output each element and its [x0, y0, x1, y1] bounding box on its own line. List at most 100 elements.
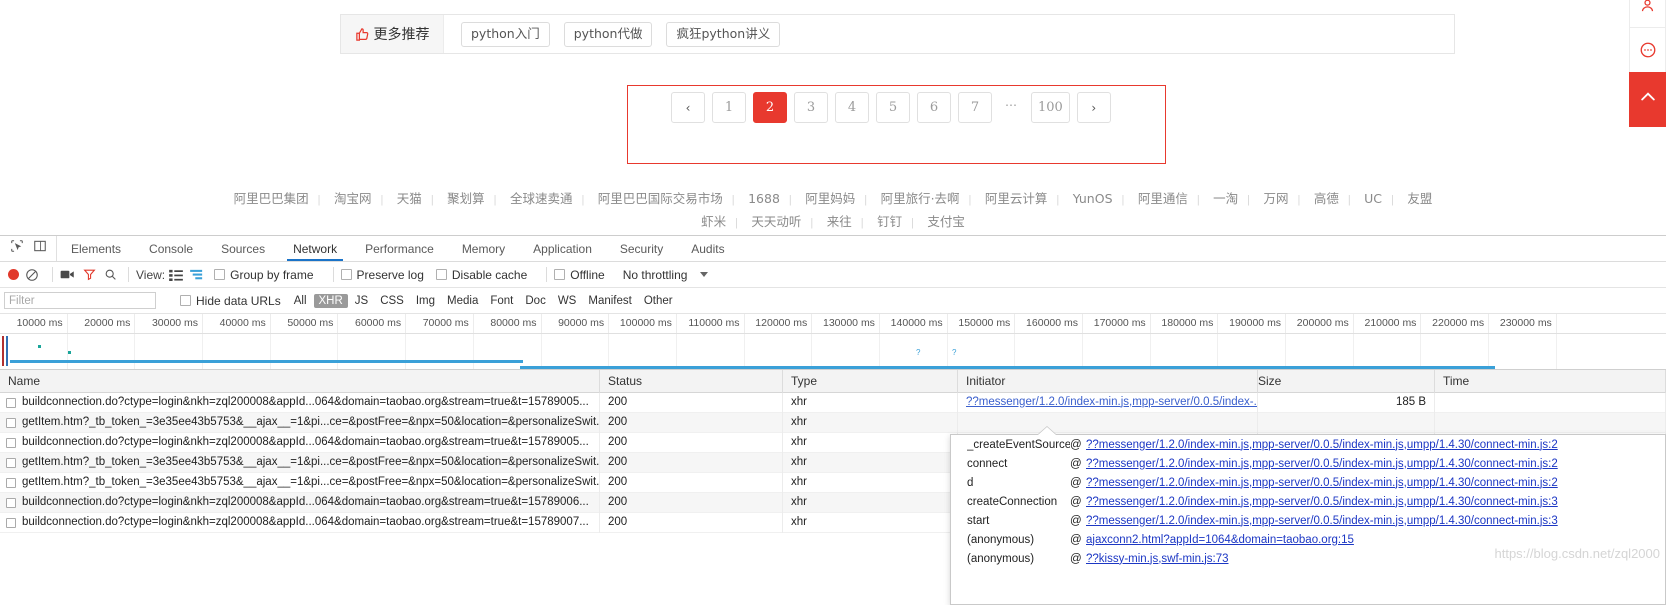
request-name-cell[interactable]: getItem.htm?_tb_token_=3e35ee43b5753&__a…	[0, 452, 600, 473]
footer-link[interactable]: 阿里云计算	[976, 191, 1057, 206]
column-header-status[interactable]: Status	[600, 369, 783, 393]
message-button[interactable]	[1629, 27, 1666, 72]
screenshot-camera-icon[interactable]	[60, 268, 75, 281]
tab-elements[interactable]: Elements	[57, 236, 135, 261]
footer-link[interactable]: 钉钉	[868, 214, 911, 229]
request-name-cell[interactable]: buildconnection.do?ctype=login&nkh=zql20…	[0, 432, 600, 453]
initiator-source-link[interactable]: ??messenger/1.2.0/index-min.js,mpp-serve…	[1086, 439, 1558, 451]
table-row[interactable]: getItem.htm?_tb_token_=3e35ee43b5753&__a…	[0, 412, 1666, 433]
row-checkbox-icon[interactable]	[6, 497, 16, 508]
footer-link[interactable]: 来往	[818, 214, 861, 229]
pagination-page-5[interactable]: 5	[876, 92, 910, 123]
tab-audits[interactable]: Audits	[677, 236, 738, 261]
filter-type-css[interactable]: CSS	[375, 294, 409, 308]
pagination-page-1[interactable]: 1	[712, 92, 746, 123]
footer-link[interactable]: 虾米	[692, 214, 735, 229]
filter-type-all[interactable]: All	[289, 294, 312, 308]
footer-link[interactable]: 阿里巴巴集团	[225, 191, 318, 206]
filter-type-manifest[interactable]: Manifest	[583, 294, 636, 308]
clear-icon[interactable]	[25, 268, 39, 282]
hide-data-urls-checkbox[interactable]	[180, 295, 191, 306]
pagination-page-2[interactable]: 2	[753, 92, 787, 123]
footer-link[interactable]: 阿里妈妈	[796, 191, 864, 206]
search-icon[interactable]	[104, 268, 117, 281]
table-row[interactable]: buildconnection.do?ctype=login&nkh=zql20…	[0, 392, 1666, 413]
pagination-next-button[interactable]: ›	[1076, 92, 1111, 123]
request-name-cell[interactable]: buildconnection.do?ctype=login&nkh=zql20…	[0, 512, 600, 533]
device-toolbar-icon[interactable]	[33, 239, 47, 258]
tab-performance[interactable]: Performance	[351, 236, 448, 261]
footer-link[interactable]: 天天动听	[742, 214, 810, 229]
recommend-tag[interactable]: python入门	[461, 21, 550, 47]
footer-link[interactable]: UC	[1355, 191, 1391, 206]
throttling-select[interactable]: No throttling	[623, 268, 688, 282]
pagination-page-6[interactable]: 6	[917, 92, 951, 123]
view-waterfall-icon[interactable]	[190, 269, 204, 281]
initiator-source-link[interactable]: ??messenger/1.2.0/index-min.js,mpp-serve…	[1086, 496, 1558, 508]
disable-cache-checkbox[interactable]	[435, 269, 447, 280]
request-name-cell[interactable]: buildconnection.do?ctype=login&nkh=zql20…	[0, 392, 600, 413]
tab-sources[interactable]: Sources	[207, 236, 279, 261]
user-account-button[interactable]	[1629, 0, 1666, 27]
filter-type-xhr[interactable]: XHR	[313, 293, 348, 308]
footer-link[interactable]: 支付宝	[918, 214, 974, 229]
initiator-source-link[interactable]: ??kissy-min.js,swf-min.js:73	[1086, 553, 1229, 565]
request-name-cell[interactable]: buildconnection.do?ctype=login&nkh=zql20…	[0, 492, 600, 513]
initiator-source-link[interactable]: ??messenger/1.2.0/index-min.js,mpp-serve…	[1086, 515, 1558, 527]
filter-funnel-icon[interactable]	[83, 268, 96, 281]
row-checkbox-icon[interactable]	[6, 417, 16, 428]
footer-link[interactable]: 聚划算	[438, 191, 494, 206]
initiator-source-link[interactable]: ??messenger/1.2.0/index-min.js,mpp-serve…	[1086, 477, 1558, 489]
tab-application[interactable]: Application	[519, 236, 606, 261]
chevron-down-icon[interactable]	[700, 272, 709, 277]
footer-link[interactable]: 阿里通信	[1129, 191, 1197, 206]
filter-type-other[interactable]: Other	[639, 294, 678, 308]
footer-link[interactable]: 淘宝网	[325, 191, 381, 206]
footer-link[interactable]: 阿里巴巴国际交易市场	[589, 191, 732, 206]
column-header-time[interactable]: Time	[1435, 369, 1666, 393]
offline-checkbox[interactable]	[554, 269, 566, 280]
initiator-source-link[interactable]: ajaxconn2.html?appId=1064&domain=taobao.…	[1086, 534, 1354, 546]
tab-memory[interactable]: Memory	[448, 236, 519, 261]
filter-type-doc[interactable]: Doc	[520, 294, 550, 308]
group-by-frame-checkbox[interactable]	[214, 269, 226, 280]
row-checkbox-icon[interactable]	[6, 437, 16, 448]
footer-link[interactable]: 高德	[1305, 191, 1348, 206]
filter-type-media[interactable]: Media	[442, 294, 483, 308]
footer-link[interactable]: 一淘	[1204, 191, 1247, 206]
filter-type-js[interactable]: JS	[350, 294, 373, 308]
row-checkbox-icon[interactable]	[6, 477, 16, 488]
pagination-prev-button[interactable]: ‹	[671, 92, 705, 123]
row-checkbox-icon[interactable]	[6, 457, 16, 468]
filter-type-ws[interactable]: WS	[553, 294, 582, 308]
pagination-page-4[interactable]: 4	[835, 92, 869, 123]
column-header-initiator[interactable]: Initiator	[958, 369, 1258, 393]
filter-input[interactable]	[4, 292, 156, 309]
column-header-size[interactable]: Size	[1258, 369, 1435, 393]
row-checkbox-icon[interactable]	[6, 517, 16, 528]
footer-link[interactable]: YunOS	[1064, 191, 1122, 206]
tab-network[interactable]: Network	[279, 236, 351, 261]
pagination-last-page[interactable]: 100	[1031, 92, 1070, 123]
scroll-to-top-button[interactable]	[1629, 72, 1666, 127]
recommend-tag[interactable]: 疯狂python讲义	[666, 21, 781, 47]
column-header-type[interactable]: Type	[783, 369, 958, 393]
initiator-source-link[interactable]: ??messenger/1.2.0/index-min.js,mpp-serve…	[1086, 458, 1558, 470]
tab-console[interactable]: Console	[135, 236, 207, 261]
footer-link[interactable]: 全球速卖通	[501, 191, 582, 206]
pagination-page-3[interactable]: 3	[794, 92, 828, 123]
filter-type-img[interactable]: Img	[411, 294, 440, 308]
request-name-cell[interactable]: getItem.htm?_tb_token_=3e35ee43b5753&__a…	[0, 472, 600, 493]
pagination-page-7[interactable]: 7	[958, 92, 992, 123]
footer-link[interactable]: 友盟	[1398, 191, 1441, 206]
view-list-icon[interactable]	[169, 269, 183, 281]
request-initiator-cell[interactable]: ??messenger/1.2.0/index-min.js,mpp-serve…	[958, 392, 1258, 413]
network-overview-graph[interactable]: ? ?	[0, 334, 1666, 370]
footer-link[interactable]: 1688	[739, 191, 789, 206]
initiator-link[interactable]: ??messenger/1.2.0/index-min.js,mpp-serve…	[966, 396, 1257, 408]
column-header-name[interactable]: Name	[0, 369, 600, 393]
footer-link[interactable]: 万网	[1254, 191, 1297, 206]
footer-link[interactable]: 天猫	[388, 191, 431, 206]
request-name-cell[interactable]: getItem.htm?_tb_token_=3e35ee43b5753&__a…	[0, 412, 600, 433]
tab-security[interactable]: Security	[606, 236, 677, 261]
